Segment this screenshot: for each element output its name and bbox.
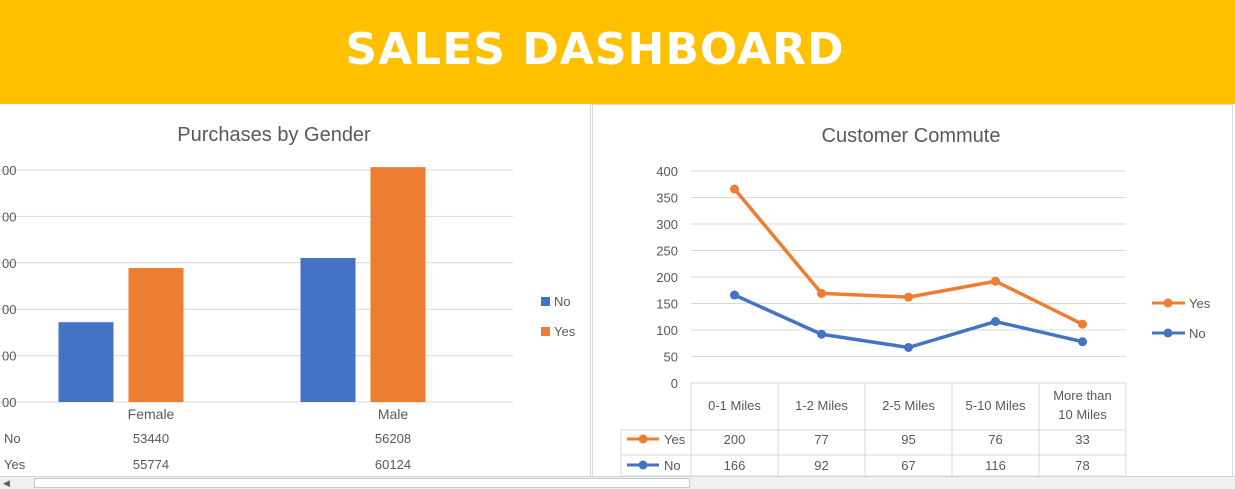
dashboard-header: SALES DASHBOARD <box>0 0 1235 104</box>
table-legend-marker-no <box>638 460 648 470</box>
table-cell: 116 <box>985 458 1006 473</box>
dashboard-title: SALES DASHBOARD <box>345 24 845 75</box>
point-yes <box>1078 319 1087 329</box>
point-yes <box>817 288 826 298</box>
table-row-label: No <box>664 458 681 473</box>
table-legend-marker-yes <box>638 434 648 444</box>
x-tick-label: Female <box>128 406 175 422</box>
scroll-left-arrow-icon[interactable]: ◀ <box>3 477 10 489</box>
table-cell: 60124 <box>375 457 411 472</box>
legend-label: Yes <box>554 324 576 339</box>
y-tick-label: 250 <box>656 244 678 259</box>
y-tick-label: 00 <box>2 256 16 271</box>
point-no <box>904 342 913 352</box>
legend-swatch-yes <box>541 327 550 336</box>
x-tick-label: 0-1 Miles <box>708 398 761 413</box>
x-tick-label: Male <box>378 406 409 422</box>
y-tick-label: 200 <box>656 270 678 285</box>
x-tick-label: 5-10 Miles <box>966 398 1026 413</box>
bar-no-female <box>58 322 114 402</box>
y-tick-label: 00 <box>2 163 16 178</box>
table-cell: 166 <box>724 458 746 473</box>
line-chart-svg: Customer Commute 0 50 100 150 200 250 300 350 400… <box>620 125 1211 477</box>
chart-title: Purchases by Gender <box>177 124 371 146</box>
y-tick-label: 400 <box>656 164 678 179</box>
point-no <box>730 290 739 300</box>
bar-yes-male <box>370 167 426 402</box>
table-cell: 92 <box>814 458 828 473</box>
y-tick-label: 00 <box>2 302 16 317</box>
horizontal-scrollbar[interactable]: ◀ <box>0 476 1235 489</box>
x-tick-label: 1-2 Miles <box>795 398 848 413</box>
x-tick-label: 10 Miles <box>1058 407 1107 422</box>
table-row-label: No <box>4 431 21 446</box>
table-cell: 95 <box>901 432 915 447</box>
table-cell: 53440 <box>133 431 169 446</box>
point-no <box>991 317 1000 327</box>
table-row-label: Yes <box>4 457 26 472</box>
y-tick-label: 0 <box>671 376 678 391</box>
y-tick-label: 350 <box>656 191 678 206</box>
bar-chart-svg: Purchases by Gender 00 00 00 00 00 00 Female Mal… <box>0 124 576 472</box>
legend-swatch-no <box>541 297 550 306</box>
table-cell: 200 <box>724 432 746 447</box>
point-yes <box>904 292 913 302</box>
legend-label: No <box>554 294 571 309</box>
x-tick-label: 2-5 Miles <box>882 398 935 413</box>
y-tick-label: 150 <box>656 297 678 312</box>
y-tick-label: 300 <box>656 217 678 232</box>
legend-marker-no <box>1163 328 1173 338</box>
bar-yes-female <box>128 268 184 402</box>
point-no <box>817 329 826 339</box>
point-yes <box>730 184 739 194</box>
table-cell: 76 <box>988 432 1002 447</box>
line-series-no <box>733 293 1083 350</box>
scroll-thumb[interactable] <box>34 478 690 488</box>
table-cell: 78 <box>1075 458 1089 473</box>
table-cell: 55774 <box>133 457 169 472</box>
x-tick-label: More than <box>1053 388 1112 403</box>
customer-commute-chart[interactable]: Customer Commute 0 50 100 150 200 250 300 350 400… <box>592 104 1233 478</box>
table-cell: 33 <box>1075 432 1089 447</box>
point-no <box>1078 337 1087 347</box>
legend-label: Yes <box>1189 296 1211 311</box>
legend-marker-yes <box>1163 298 1173 308</box>
purchases-by-gender-chart[interactable]: Purchases by Gender 00 00 00 00 00 00 Female Mal… <box>0 104 591 476</box>
y-tick-label: 00 <box>2 209 16 224</box>
table-row-label: Yes <box>664 432 686 447</box>
bar-no-male <box>300 257 356 402</box>
chart-title: Customer Commute <box>822 125 1001 147</box>
y-tick-label: 00 <box>2 395 16 410</box>
y-tick-label: 50 <box>664 350 678 365</box>
point-yes <box>991 276 1000 286</box>
table-cell: 56208 <box>375 431 411 446</box>
table-cell: 67 <box>901 458 915 473</box>
table-cell: 77 <box>814 432 828 447</box>
y-tick-label: 00 <box>2 349 16 364</box>
y-tick-label: 100 <box>656 323 678 338</box>
legend-label: No <box>1189 326 1206 341</box>
